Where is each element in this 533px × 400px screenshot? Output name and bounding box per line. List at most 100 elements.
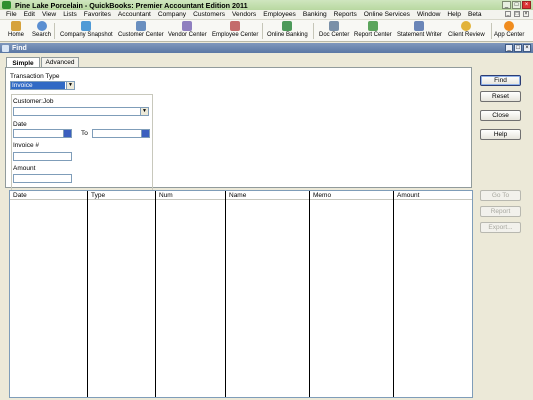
company-snapshot-icon: [81, 21, 92, 31]
close-button[interactable]: Close: [480, 110, 521, 121]
close-icon[interactable]: ×: [522, 1, 531, 9]
app-title-bar: Pine Lake Porcelain - QuickBooks: Premie…: [0, 0, 533, 10]
mdi-restore-icon[interactable]: □: [514, 11, 520, 17]
calendar-icon[interactable]: [63, 130, 71, 137]
find-button[interactable]: Find: [480, 75, 521, 86]
column-divider: [155, 191, 156, 397]
chevron-down-icon[interactable]: ▼: [66, 82, 74, 89]
restore-icon[interactable]: □: [512, 1, 521, 9]
company-snapshot-button[interactable]: Company Snapshot: [60, 21, 113, 38]
search-label: Search: [32, 32, 52, 38]
customer-job-label: Customer:Job: [13, 98, 54, 105]
home-button[interactable]: Home: [8, 21, 24, 38]
customer-center-button[interactable]: Customer Center: [118, 21, 164, 38]
menu-company[interactable]: Company: [158, 11, 186, 18]
find-window-title-bar: Find _ □ ×: [0, 43, 533, 53]
employee-center-icon: [230, 21, 241, 31]
column-memo[interactable]: Memo: [311, 191, 331, 200]
menu-window[interactable]: Window: [417, 11, 440, 18]
menu-banking[interactable]: Banking: [303, 11, 327, 18]
column-name[interactable]: Name: [227, 191, 246, 200]
client-review-button[interactable]: Client Review: [448, 21, 485, 38]
amount-label: Amount: [13, 165, 36, 172]
criteria-group: Customer:Job ▼ Date To Invoice # Amount: [11, 94, 153, 199]
toolbar-divider: [313, 23, 314, 39]
report-button[interactable]: Report: [480, 206, 521, 217]
column-divider: [87, 191, 88, 397]
toolbar-divider: [262, 23, 263, 39]
client-review-label: Client Review: [448, 32, 485, 38]
client-review-icon: [461, 21, 472, 31]
employee-center-button[interactable]: Employee Center: [212, 21, 258, 38]
app-center-label: App Center: [494, 32, 525, 38]
statement-writer-label: Statement Writer: [397, 32, 442, 38]
column-date[interactable]: Date: [11, 191, 27, 200]
menu-customers[interactable]: Customers: [193, 11, 225, 18]
menu-employees[interactable]: Employees: [263, 11, 296, 18]
vendor-center-button[interactable]: Vendor Center: [168, 21, 207, 38]
doc-center-button[interactable]: Doc Center: [319, 21, 349, 38]
menu-accountant[interactable]: Accountant: [118, 11, 151, 18]
find-close-icon[interactable]: ×: [523, 44, 531, 52]
doc-center-label: Doc Center: [319, 32, 350, 38]
customer-job-select[interactable]: ▼: [13, 107, 149, 116]
help-button[interactable]: Help: [480, 129, 521, 140]
tab-advanced[interactable]: Advanced: [41, 57, 79, 67]
menu-bar: File Edit View Lists Favorites Accountan…: [0, 10, 533, 20]
date-to-field[interactable]: [92, 129, 150, 138]
menu-lists[interactable]: Lists: [63, 11, 77, 18]
doc-center-icon: [329, 21, 340, 31]
invoice-number-field[interactable]: [13, 152, 72, 161]
invoice-number-label: Invoice #: [13, 142, 40, 149]
export-button[interactable]: Export...: [480, 222, 521, 233]
toolbar-divider: [54, 23, 55, 39]
online-banking-label: Online Banking: [267, 32, 308, 38]
statement-writer-button[interactable]: Statement Writer: [397, 21, 442, 38]
menu-reports[interactable]: Reports: [334, 11, 357, 18]
online-banking-button[interactable]: Online Banking: [267, 21, 308, 38]
minimize-icon[interactable]: _: [502, 1, 511, 9]
company-snapshot-label: Company Snapshot: [60, 32, 113, 38]
find-window: Simple Advanced Transaction Type Invoice…: [0, 53, 533, 400]
transaction-type-select[interactable]: Invoice ▼: [10, 81, 75, 90]
menu-edit[interactable]: Edit: [24, 11, 35, 18]
menu-favorites[interactable]: Favorites: [84, 11, 111, 18]
find-window-title: Find: [12, 44, 27, 52]
home-label: Home: [8, 32, 25, 38]
find-minimize-icon[interactable]: _: [505, 44, 513, 52]
menu-view[interactable]: View: [42, 11, 56, 18]
find-restore-icon[interactable]: □: [514, 44, 522, 52]
filter-panel: Transaction Type Invoice ▼ Customer:Job …: [5, 67, 472, 199]
amount-field[interactable]: [13, 174, 72, 183]
home-icon: [11, 21, 21, 31]
report-center-icon: [367, 21, 378, 31]
go-to-button[interactable]: Go To: [480, 190, 521, 201]
quickbooks-logo-icon: [2, 1, 11, 9]
menu-vendors[interactable]: Vendors: [232, 11, 256, 18]
column-divider: [309, 191, 310, 397]
calendar-icon[interactable]: [141, 130, 149, 137]
reset-button[interactable]: Reset: [480, 91, 521, 102]
column-type[interactable]: Type: [89, 191, 105, 200]
column-divider: [225, 191, 226, 397]
search-button[interactable]: Search: [32, 21, 51, 38]
find-window-icon: [2, 44, 9, 52]
app-center-icon: [504, 21, 515, 31]
menu-online-services[interactable]: Online Services: [364, 11, 410, 18]
menu-help[interactable]: Help: [447, 11, 461, 18]
vendor-center-label: Vendor Center: [168, 32, 207, 38]
column-amount[interactable]: Amount: [395, 191, 419, 200]
icon-toolbar: Home Search Company Snapshot Customer Ce…: [0, 20, 533, 42]
chevron-down-icon[interactable]: ▼: [140, 108, 148, 115]
mdi-minimize-icon[interactable]: _: [505, 11, 511, 17]
search-icon: [36, 21, 47, 31]
results-table: Date Type Num Name Memo Amount: [9, 190, 473, 398]
toolbar-divider: [491, 23, 492, 39]
app-center-button[interactable]: App Center: [494, 21, 524, 38]
report-center-button[interactable]: Report Center: [354, 21, 392, 38]
mdi-close-icon[interactable]: ×: [523, 11, 529, 17]
menu-beta[interactable]: Beta: [468, 11, 482, 18]
menu-file[interactable]: File: [6, 11, 17, 18]
date-from-field[interactable]: [13, 129, 72, 138]
column-num[interactable]: Num: [157, 191, 173, 200]
